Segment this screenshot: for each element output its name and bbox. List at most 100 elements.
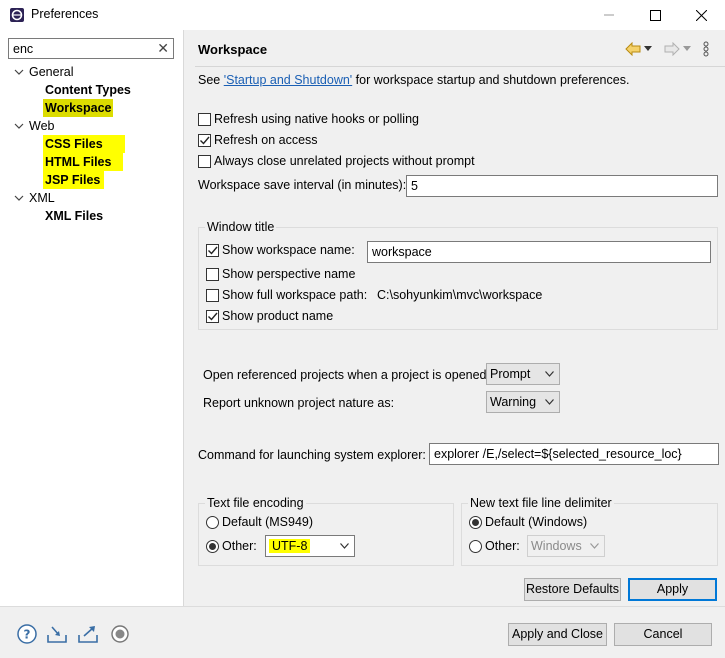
- tree-label-content-types: Content Types: [45, 83, 131, 97]
- command-input[interactable]: explorer /E,/select=${selected_resource_…: [429, 443, 719, 465]
- eclipse-icon: [10, 8, 24, 22]
- open-referenced-value: Prompt: [490, 367, 531, 381]
- encoding-other-radio[interactable]: [206, 540, 219, 553]
- filter-input[interactable]: enc ✕: [8, 38, 174, 59]
- filter-value: enc: [13, 42, 34, 56]
- chevron-down-icon: [545, 399, 554, 405]
- page-title: Workspace: [198, 42, 268, 57]
- tree-item-xml-files[interactable]: XML Files: [0, 207, 184, 225]
- chevron-down-icon: [590, 543, 599, 549]
- forward-dropdown-icon[interactable]: [683, 46, 691, 52]
- show-product-name-checkbox[interactable]: [206, 310, 219, 323]
- chevron-down-icon: [340, 543, 349, 549]
- show-workspace-name-checkbox[interactable]: [206, 244, 219, 257]
- report-unknown-value: Warning: [490, 395, 537, 409]
- show-perspective-name-checkbox[interactable]: [206, 268, 219, 281]
- close-icon: [695, 9, 707, 21]
- close-button[interactable]: [678, 0, 724, 30]
- startup-shutdown-link[interactable]: 'Startup and Shutdown': [224, 73, 352, 87]
- tree-label-xml: XML: [29, 191, 55, 205]
- tree-item-web[interactable]: Web: [0, 117, 184, 135]
- back-dropdown-icon[interactable]: [644, 46, 652, 52]
- delimiter-default-label: Default (Windows): [485, 515, 588, 529]
- delimiter-select[interactable]: Windows: [527, 535, 605, 557]
- tree-item-html-files[interactable]: HTML Files: [0, 153, 184, 171]
- oomph-icon[interactable]: [109, 623, 131, 645]
- workspace-preference-page: Workspace See 'Startup and Shutdown' for…: [185, 30, 725, 606]
- encoding-select[interactable]: UTF-8: [265, 535, 355, 557]
- encoding-default-radio[interactable]: [206, 516, 219, 529]
- open-referenced-label: Open referenced projects when a project …: [203, 368, 490, 382]
- refresh-native-checkbox[interactable]: [198, 113, 211, 126]
- chevron-down-icon: [545, 371, 554, 377]
- command-label: Command for launching system explorer:: [198, 448, 426, 462]
- save-interval-label: Workspace save interval (in minutes):: [198, 178, 407, 192]
- tree-item-workspace[interactable]: Workspace: [0, 99, 184, 117]
- apply-and-close-button[interactable]: Apply and Close: [508, 623, 607, 646]
- chevron-down-icon[interactable]: [14, 193, 24, 203]
- back-icon[interactable]: [625, 42, 641, 56]
- tree-item-css-files[interactable]: CSS Files: [0, 135, 184, 153]
- encoding-group-label: Text file encoding: [205, 496, 306, 510]
- tree-label-general: General: [29, 65, 74, 79]
- page-navigation: [625, 40, 715, 58]
- checkmark-icon: [200, 136, 210, 145]
- startup-info: See 'Startup and Shutdown' for workspace…: [198, 73, 629, 87]
- tree-item-general[interactable]: General: [0, 63, 184, 81]
- see-suffix: for workspace startup and shutdown prefe…: [352, 73, 630, 87]
- delimiter-group-label: New text file line delimiter: [468, 496, 614, 510]
- tree-label-web: Web: [29, 119, 55, 133]
- tree-label-workspace: Workspace: [43, 99, 114, 117]
- refresh-on-access-checkbox[interactable]: [198, 134, 211, 147]
- import-icon[interactable]: [46, 623, 68, 645]
- minimize-icon: [604, 14, 614, 16]
- cancel-button[interactable]: Cancel: [614, 623, 712, 646]
- maximize-button[interactable]: [632, 0, 678, 30]
- title-bar: Preferences: [0, 0, 725, 30]
- report-unknown-select[interactable]: Warning: [486, 391, 560, 413]
- report-unknown-label: Report unknown project nature as:: [203, 396, 395, 410]
- always-close-checkbox[interactable]: [198, 155, 211, 168]
- always-close-label: Always close unrelated projects without …: [214, 154, 475, 168]
- tree-label-css-files: CSS Files: [43, 135, 125, 153]
- restore-defaults-button[interactable]: Restore Defaults: [524, 578, 621, 601]
- open-referenced-select[interactable]: Prompt: [486, 363, 560, 385]
- window-title-group-label: Window title: [205, 220, 277, 234]
- delimiter-other-radio[interactable]: [469, 540, 482, 553]
- refresh-native-label: Refresh using native hooks or polling: [214, 112, 419, 126]
- chevron-down-icon[interactable]: [14, 121, 24, 131]
- checkmark-icon: [208, 312, 218, 321]
- apply-button[interactable]: Apply: [628, 578, 717, 601]
- minimize-button[interactable]: [586, 0, 632, 30]
- view-menu-icon[interactable]: [703, 41, 709, 57]
- tree-item-jsp-files[interactable]: JSP Files: [0, 171, 184, 189]
- bottom-separator: [0, 606, 725, 607]
- delimiter-default-radio[interactable]: [469, 516, 482, 529]
- svg-text:?: ?: [24, 628, 31, 642]
- window-title: Preferences: [31, 7, 99, 21]
- tree-item-content-types[interactable]: Content Types: [0, 81, 184, 99]
- full-path-value: C:\sohyunkim\mvc\workspace: [377, 288, 543, 302]
- tree-item-xml[interactable]: XML: [0, 189, 184, 207]
- forward-icon[interactable]: [664, 42, 680, 56]
- show-workspace-name-label: Show workspace name:: [222, 243, 355, 257]
- title-separator: [195, 66, 725, 67]
- encoding-default-label: Default (MS949): [222, 515, 314, 529]
- tree-label-xml-files: XML Files: [45, 209, 104, 223]
- show-full-path-label: Show full workspace path:: [222, 288, 368, 302]
- tree-label-jsp-files: JSP Files: [43, 171, 105, 189]
- show-product-name-label: Show product name: [222, 309, 334, 323]
- export-icon[interactable]: [77, 623, 99, 645]
- workspace-name-input[interactable]: workspace: [367, 241, 711, 263]
- help-icon[interactable]: ?: [16, 623, 38, 645]
- chevron-down-icon[interactable]: [14, 67, 24, 77]
- save-interval-input[interactable]: 5: [406, 175, 718, 197]
- clear-filter-icon[interactable]: ✕: [157, 40, 169, 57]
- encoding-value: UTF-8: [269, 539, 311, 553]
- show-perspective-name-label: Show perspective name: [222, 267, 356, 281]
- encoding-other-label: Other:: [222, 539, 257, 553]
- maximize-icon: [649, 9, 661, 21]
- show-full-path-checkbox[interactable]: [206, 289, 219, 302]
- see-prefix: See: [198, 73, 224, 87]
- tree-label-html-files: HTML Files: [43, 153, 124, 171]
